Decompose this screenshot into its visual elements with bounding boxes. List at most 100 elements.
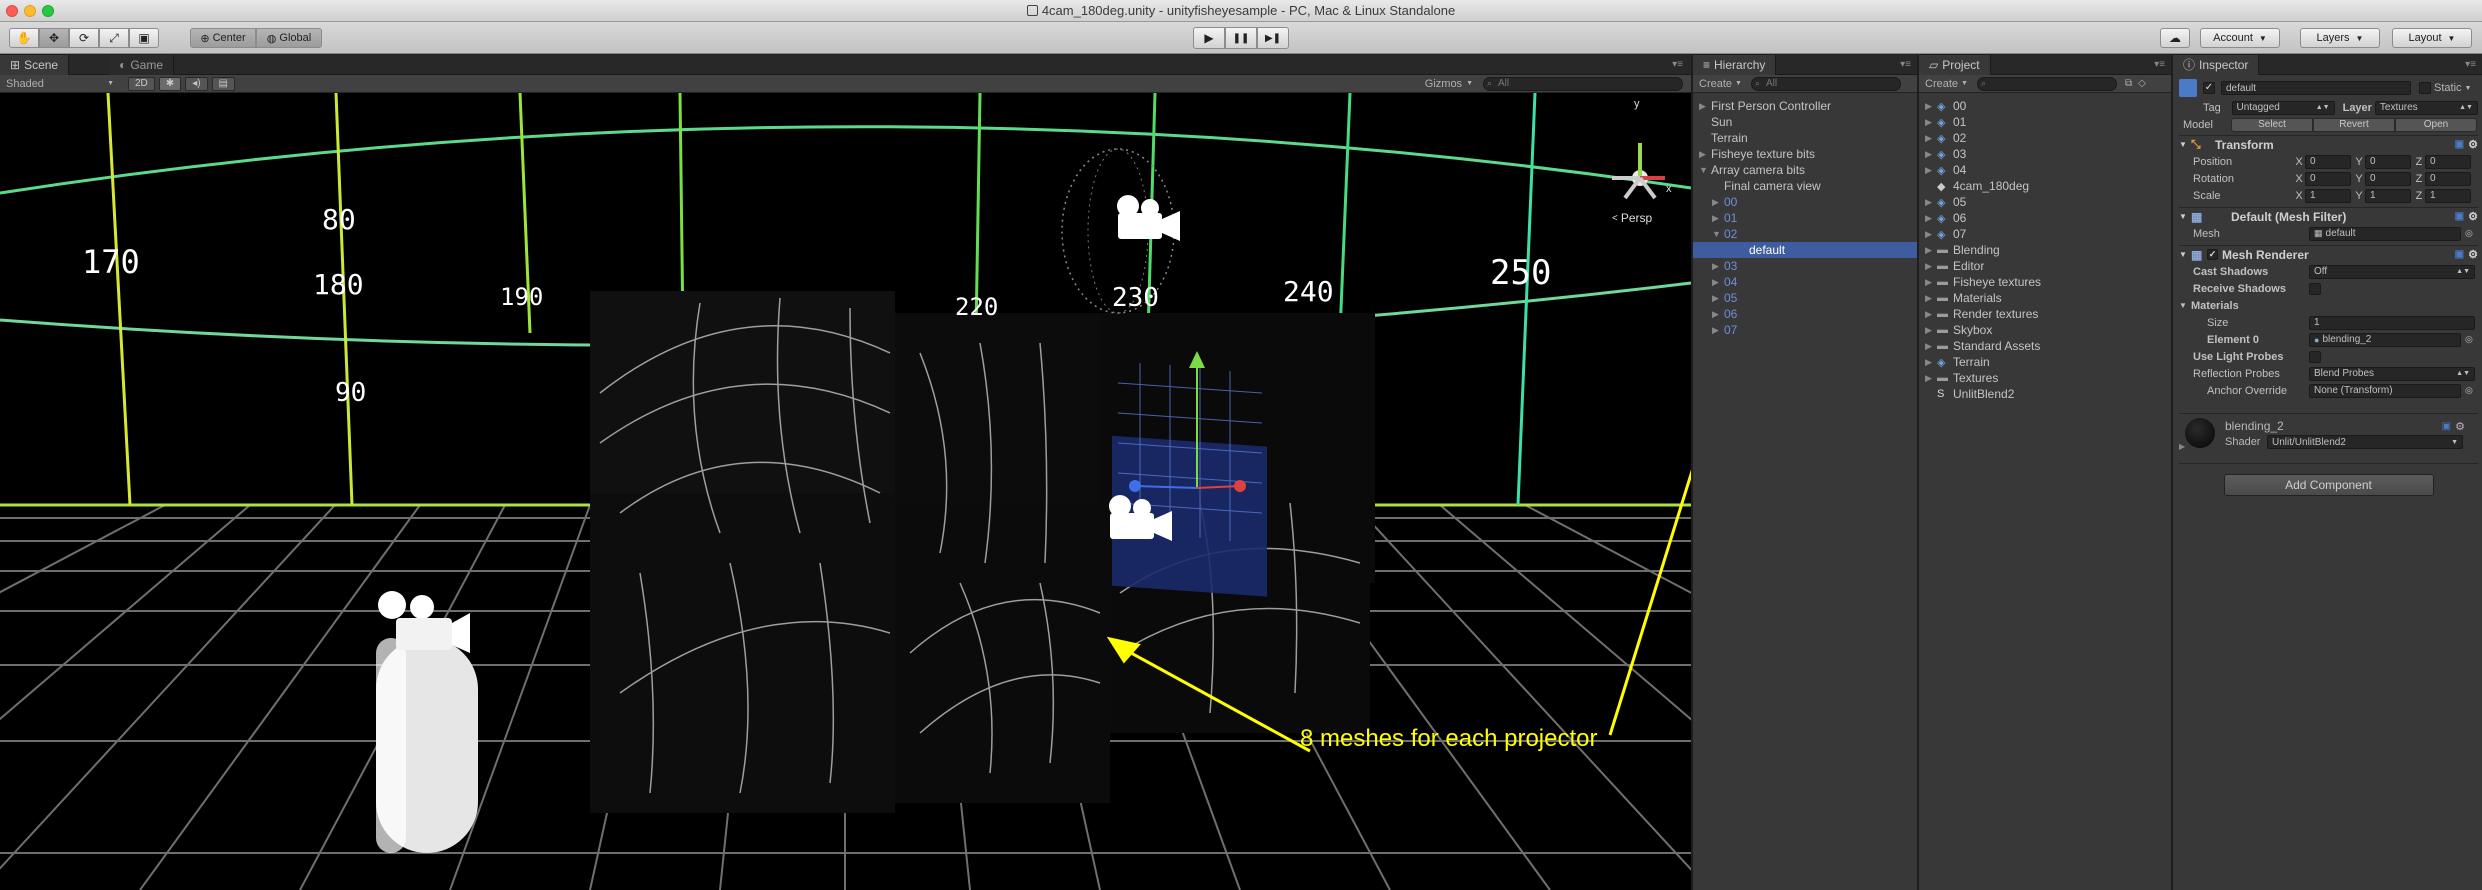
expand-arrow-icon[interactable]: ▶ bbox=[1925, 373, 1937, 384]
active-checkbox[interactable]: ✓ bbox=[2203, 82, 2215, 94]
gear-icon[interactable]: ⚙ bbox=[2468, 138, 2478, 151]
object-picker-icon[interactable]: ◎ bbox=[2465, 228, 2473, 239]
hierarchy-item[interactable]: Final camera view bbox=[1693, 178, 1917, 194]
object-picker-icon[interactable]: ◎ bbox=[2465, 334, 2473, 345]
expand-arrow-icon[interactable]: ▼ bbox=[1712, 229, 1724, 239]
help-icon[interactable]: ▣ bbox=[2455, 139, 2464, 150]
receive-shadows-checkbox[interactable] bbox=[2309, 282, 2321, 295]
expand-arrow-icon[interactable]: ▼ bbox=[1699, 165, 1711, 175]
expand-arrow-icon[interactable]: ▶ bbox=[1925, 149, 1937, 160]
filter-type-icon[interactable]: ⧉ bbox=[2125, 78, 2132, 89]
project-item[interactable]: ▶ ◈ 06 bbox=[1919, 210, 2171, 226]
anchor-override-field[interactable]: None (Transform) bbox=[2309, 383, 2461, 398]
pivot-center-button[interactable]: ⊕ Center bbox=[190, 28, 256, 48]
expand-arrow-icon[interactable]: ▶ bbox=[1712, 309, 1724, 320]
scene-search-input[interactable]: ⌕ All bbox=[1483, 76, 1683, 91]
layer-dropdown[interactable]: Textures ▲▼ bbox=[2374, 100, 2478, 115]
tab-scene[interactable]: ⊞ Scene bbox=[0, 54, 70, 75]
project-item[interactable]: ▶ ◈ Terrain bbox=[1919, 354, 2171, 370]
layers-dropdown[interactable]: Layers ▼ bbox=[2300, 28, 2380, 48]
project-search-input[interactable]: ⌕ bbox=[1977, 76, 2117, 91]
light-probes-checkbox[interactable] bbox=[2309, 350, 2321, 363]
expand-arrow-icon[interactable]: ▶ bbox=[1925, 245, 1937, 256]
dropdown-arrow-icon[interactable]: ▼ bbox=[2465, 85, 2472, 92]
expand-arrow-icon[interactable]: ▶ bbox=[1925, 261, 1937, 272]
play-button[interactable]: ▶ bbox=[1193, 27, 1225, 49]
project-create-dropdown[interactable]: Create ▼ bbox=[1919, 78, 1977, 90]
step-button[interactable]: ▶❚ bbox=[1257, 27, 1289, 49]
project-item[interactable]: ▶ ◈ 00 bbox=[1919, 98, 2171, 114]
hierarchy-item[interactable]: ▶ 01 bbox=[1693, 210, 1917, 226]
help-icon[interactable]: ▣ bbox=[2455, 249, 2464, 260]
expand-arrow-icon[interactable]: ▶ bbox=[1712, 277, 1724, 288]
hierarchy-item[interactable]: ▶ Fisheye texture bits bbox=[1693, 146, 1917, 162]
expand-arrow-icon[interactable]: ▶ bbox=[1925, 325, 1937, 336]
cast-shadows-dropdown[interactable]: Off ▲▼ bbox=[2309, 264, 2475, 279]
position-z-input[interactable]: 0 bbox=[2425, 154, 2471, 169]
rect-tool-button[interactable]: ▣ bbox=[129, 28, 159, 48]
hierarchy-item[interactable]: ▶ 07 bbox=[1693, 322, 1917, 338]
project-item[interactable]: ▶ ◈ 01 bbox=[1919, 114, 2171, 130]
camera-icon[interactable] bbox=[1117, 195, 1180, 241]
shader-dropdown[interactable]: Unlit/UnlitBlend2 ▼ bbox=[2267, 435, 2463, 449]
static-checkbox[interactable] bbox=[2419, 82, 2431, 94]
shading-mode-dropdown[interactable]: Shaded ▼ bbox=[0, 78, 118, 90]
expand-arrow-icon[interactable]: ▶ bbox=[1925, 293, 1937, 304]
expand-arrow-icon[interactable]: ▶ bbox=[1925, 133, 1937, 144]
panel-menu-icon[interactable]: ▾≡ bbox=[2465, 59, 2476, 70]
hierarchy-item[interactable]: ▶ First Person Controller bbox=[1693, 98, 1917, 114]
cloud-services-button[interactable]: ☁ bbox=[2160, 28, 2190, 48]
transform-component-header[interactable]: ▼ ⤡ Transform ▣ ⚙ bbox=[2179, 135, 2478, 153]
position-y-input[interactable]: 0 bbox=[2365, 154, 2411, 169]
scale-tool-button[interactable]: ⤢ bbox=[99, 28, 129, 48]
mesh-field[interactable]: ▦ default bbox=[2309, 226, 2461, 241]
hierarchy-item[interactable]: ▼ Array camera bits bbox=[1693, 162, 1917, 178]
project-item[interactable]: ▶ ◈ 05 bbox=[1919, 194, 2171, 210]
project-item[interactable]: ▶ ▬ Render textures bbox=[1919, 306, 2171, 322]
model-open-button[interactable]: Open bbox=[2395, 117, 2477, 132]
expand-arrow-icon[interactable]: ▶ bbox=[1712, 293, 1724, 304]
model-select-button[interactable]: Select bbox=[2231, 117, 2313, 132]
hierarchy-item[interactable]: ▶ 04 bbox=[1693, 274, 1917, 290]
element0-field[interactable]: ● blending_2 bbox=[2309, 332, 2461, 347]
project-item[interactable]: ◆ 4cam_180deg bbox=[1919, 178, 2171, 194]
hierarchy-search-input[interactable]: ⌕ All bbox=[1751, 76, 1901, 91]
move-tool-button[interactable]: ✥ bbox=[39, 28, 69, 48]
expand-arrow-icon[interactable]: ▶ bbox=[1925, 165, 1937, 176]
material-expand-arrow-icon[interactable]: ▶ bbox=[2179, 442, 2185, 451]
project-item[interactable]: ▶ ◈ 07 bbox=[1919, 226, 2171, 242]
project-item[interactable]: ▶ ▬ Skybox bbox=[1919, 322, 2171, 338]
reflection-probes-dropdown[interactable]: Blend Probes ▲▼ bbox=[2309, 366, 2475, 381]
object-name-input[interactable]: default bbox=[2221, 81, 2411, 95]
project-item[interactable]: ▶ ▬ Blending bbox=[1919, 242, 2171, 258]
project-item[interactable]: ▶ ◈ 03 bbox=[1919, 146, 2171, 162]
help-icon[interactable]: ▣ bbox=[2455, 211, 2464, 222]
account-dropdown[interactable]: Account ▼ bbox=[2200, 28, 2280, 48]
project-item[interactable]: ▶ ▬ Fisheye textures bbox=[1919, 274, 2171, 290]
expand-arrow-icon[interactable]: ▶ bbox=[1925, 101, 1937, 112]
expand-arrow-icon[interactable]: ▶ bbox=[1712, 261, 1724, 272]
expand-arrow-icon[interactable]: ▶ bbox=[1712, 213, 1724, 224]
hierarchy-item[interactable]: ▼ 02 bbox=[1693, 226, 1917, 242]
hierarchy-item[interactable]: Terrain bbox=[1693, 130, 1917, 146]
pause-button[interactable]: ❚❚ bbox=[1225, 27, 1257, 49]
mesh-filter-component-header[interactable]: ▼ ▦ Default (Mesh Filter) ▣ ⚙ bbox=[2179, 207, 2478, 225]
view-orientation-gizmo[interactable] bbox=[1612, 143, 1665, 200]
gizmos-dropdown[interactable]: Gizmos ▼ bbox=[1425, 78, 1473, 90]
materials-row[interactable]: ▼ Materials bbox=[2179, 297, 2478, 314]
materials-size-input[interactable]: 1 bbox=[2309, 315, 2475, 330]
gear-icon[interactable]: ⚙ bbox=[2468, 210, 2478, 223]
expand-arrow-icon[interactable]: ▶ bbox=[1925, 309, 1937, 320]
expand-arrow-icon[interactable]: ▶ bbox=[1925, 277, 1937, 288]
expand-arrow-icon[interactable]: ▶ bbox=[1925, 229, 1937, 240]
layout-dropdown[interactable]: Layout ▼ bbox=[2392, 28, 2472, 48]
hierarchy-item[interactable]: ▶ 05 bbox=[1693, 290, 1917, 306]
position-x-input[interactable]: 0 bbox=[2305, 154, 2351, 169]
project-item[interactable]: ▶ ▬ Standard Assets bbox=[1919, 338, 2171, 354]
expand-arrow-icon[interactable]: ▶ bbox=[1699, 101, 1711, 112]
gear-icon[interactable]: ⚙ bbox=[2455, 420, 2465, 433]
rotate-tool-button[interactable]: ⟳ bbox=[69, 28, 99, 48]
panel-menu-icon[interactable]: ▾≡ bbox=[1672, 59, 1683, 70]
expand-arrow-icon[interactable]: ▶ bbox=[1925, 213, 1937, 224]
tab-hierarchy[interactable]: ≡ Hierarchy bbox=[1693, 54, 1777, 75]
